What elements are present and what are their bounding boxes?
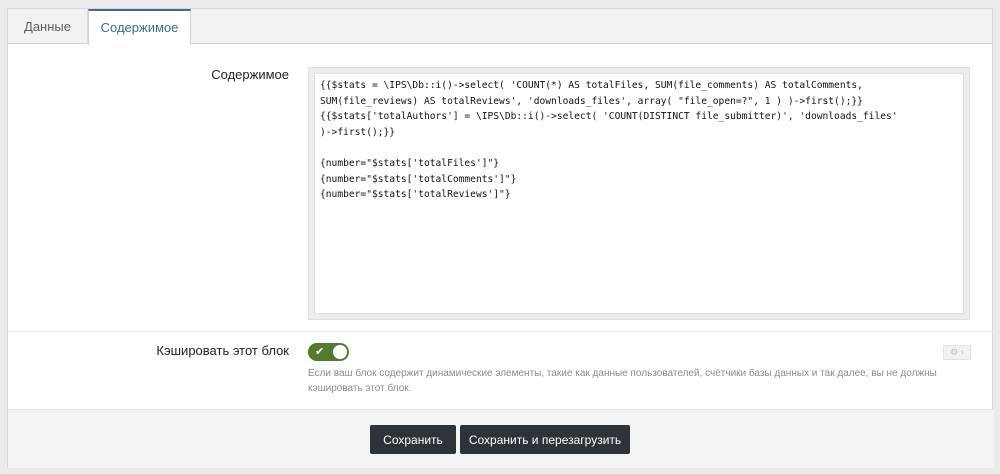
row-divider [8, 331, 994, 332]
code-line: {{$stats['totalAuthors'] = \IPS\Db::i()-… [320, 111, 898, 123]
content-field-label: Содержимое [211, 67, 289, 82]
block-editor-panel: Данные Содержимое Содержимое {{$stats = … [7, 8, 994, 468]
code-line: SUM(file_reviews) AS totalReviews', 'dow… [320, 95, 863, 107]
cache-field-label: Кэшировать этот блок [156, 343, 289, 358]
tab-content[interactable]: Содержимое [88, 9, 191, 45]
form-footer: Сохранить Сохранить и перезагрузить [8, 409, 994, 468]
code-line: {{$stats = \IPS\Db::i()->select( 'COUNT(… [320, 80, 863, 91]
cache-toggle[interactable]: ✔ [308, 343, 349, 361]
check-icon: ✔ [315, 346, 325, 358]
tab-bar: Данные Содержимое [8, 9, 992, 45]
settings-button[interactable]: ⚙ › [943, 345, 971, 360]
code-line: {number="$stats['totalFiles']"} [320, 157, 500, 169]
code-editor-textarea[interactable]: {{$stats = \IPS\Db::i()->select( 'COUNT(… [314, 73, 964, 314]
save-button[interactable]: Сохранить [370, 425, 456, 454]
code-line: )->first();}} [320, 126, 396, 138]
toggle-knob [333, 345, 347, 359]
save-and-reload-button[interactable]: Сохранить и перезагрузить [460, 425, 630, 454]
code-line: {number="$stats['totalReviews']"} [320, 189, 511, 201]
code-content[interactable]: {{$stats = \IPS\Db::i()->select( 'COUNT(… [320, 78, 958, 203]
tab-data[interactable]: Данные [8, 9, 88, 44]
code-editor[interactable]: {{$stats = \IPS\Db::i()->select( 'COUNT(… [308, 67, 970, 320]
code-line: {number="$stats['totalComments']"} [320, 173, 517, 185]
gear-icon: ⚙ › [950, 347, 964, 357]
cache-description: Если ваш блок содержит динамические элем… [308, 368, 937, 394]
